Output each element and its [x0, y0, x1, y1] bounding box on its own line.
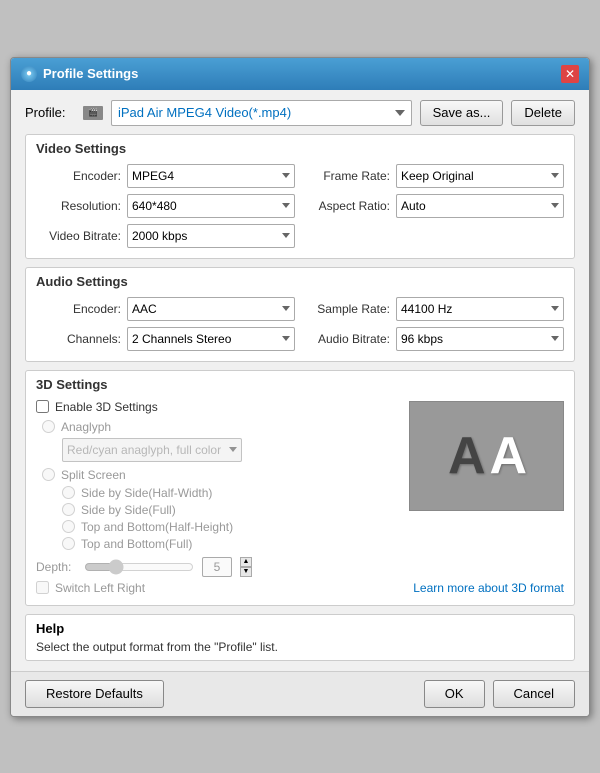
- split-option-2: Top and Bottom(Half-Height): [62, 520, 564, 534]
- split-full-label: Side by Side(Full): [81, 503, 176, 517]
- ok-button[interactable]: OK: [424, 680, 485, 708]
- video-bitrate-select[interactable]: 2000 kbps: [127, 224, 295, 248]
- split-half-height-radio[interactable]: [62, 520, 75, 533]
- footer: Restore Defaults OK Cancel: [11, 671, 589, 716]
- help-section: Help Select the output format from the "…: [25, 614, 575, 661]
- split-screen-label[interactable]: Split Screen: [61, 468, 126, 482]
- sample-rate-select[interactable]: 44100 Hz: [396, 297, 564, 321]
- frame-rate-row: Frame Rate: Keep Original: [305, 164, 564, 188]
- split-half-width-radio[interactable]: [62, 486, 75, 499]
- resolution-row: Resolution: 640*480: [36, 194, 295, 218]
- cancel-button[interactable]: Cancel: [493, 680, 575, 708]
- delete-button[interactable]: Delete: [511, 100, 575, 126]
- 3d-settings-section: 3D Settings Enable 3D Settings Anaglyph: [25, 370, 575, 606]
- preview-letter-2: A: [490, 426, 526, 486]
- video-bitrate-row: Video Bitrate: 2000 kbps: [36, 224, 295, 248]
- 3d-settings-title: 3D Settings: [36, 377, 564, 392]
- learn-more-link[interactable]: Learn more about 3D format: [413, 581, 564, 595]
- profile-settings-dialog: ● Profile Settings ✕ Profile: 🎬 iPad Air…: [10, 57, 590, 717]
- switch-left-right-label[interactable]: Switch Left Right: [55, 581, 145, 595]
- preview-letter-1: A: [448, 426, 484, 486]
- anaglyph-label[interactable]: Anaglyph: [61, 420, 111, 434]
- preview-aa-display: A A: [448, 426, 525, 486]
- sample-rate-label: Sample Rate:: [305, 302, 390, 316]
- profile-row: Profile: 🎬 iPad Air MPEG4 Video(*.mp4) S…: [25, 100, 575, 126]
- frame-rate-label: Frame Rate:: [305, 169, 390, 183]
- enable-3d-checkbox[interactable]: [36, 400, 49, 413]
- split-full-radio[interactable]: [62, 503, 75, 516]
- 3d-preview-box: A A: [409, 401, 564, 511]
- depth-label: Depth:: [36, 560, 76, 574]
- audio-settings-section: Audio Settings Encoder: AAC Sample Rate:…: [25, 267, 575, 362]
- audio-bitrate-row: Audio Bitrate: 96 kbps: [305, 327, 564, 351]
- video-settings-grid: Encoder: MPEG4 Frame Rate: Keep Original…: [36, 164, 564, 248]
- profile-select[interactable]: iPad Air MPEG4 Video(*.mp4): [111, 100, 412, 126]
- footer-right-buttons: OK Cancel: [424, 680, 575, 708]
- split-bottom-full-label: Top and Bottom(Full): [81, 537, 192, 551]
- split-half-width-label: Side by Side(Half-Width): [81, 486, 212, 500]
- aspect-ratio-label: Aspect Ratio:: [305, 199, 390, 213]
- profile-icon: 🎬: [83, 106, 103, 120]
- close-button[interactable]: ✕: [561, 65, 579, 83]
- video-bitrate-label: Video Bitrate:: [36, 229, 121, 243]
- encoder-select[interactable]: MPEG4: [127, 164, 295, 188]
- aspect-ratio-select[interactable]: Auto: [396, 194, 564, 218]
- dialog-content: Profile: 🎬 iPad Air MPEG4 Video(*.mp4) S…: [11, 90, 589, 671]
- audio-settings-title: Audio Settings: [36, 274, 564, 289]
- audio-encoder-select[interactable]: AAC: [127, 297, 295, 321]
- channels-label: Channels:: [36, 332, 121, 346]
- resolution-select[interactable]: 640*480: [127, 194, 295, 218]
- audio-settings-grid: Encoder: AAC Sample Rate: 44100 Hz Chann…: [36, 297, 564, 351]
- split-screen-radio[interactable]: [42, 468, 55, 481]
- video-settings-section: Video Settings Encoder: MPEG4 Frame Rate…: [25, 134, 575, 259]
- sample-rate-row: Sample Rate: 44100 Hz: [305, 297, 564, 321]
- restore-defaults-button[interactable]: Restore Defaults: [25, 680, 164, 708]
- frame-rate-select[interactable]: Keep Original: [396, 164, 564, 188]
- audio-encoder-label: Encoder:: [36, 302, 121, 316]
- depth-up-arrow[interactable]: ▲: [240, 557, 252, 567]
- channels-select[interactable]: 2 Channels Stereo: [127, 327, 295, 351]
- dialog-title: Profile Settings: [43, 66, 555, 81]
- split-half-height-label: Top and Bottom(Half-Height): [81, 520, 233, 534]
- encoder-row: Encoder: MPEG4: [36, 164, 295, 188]
- split-bottom-full-radio[interactable]: [62, 537, 75, 550]
- profile-label: Profile:: [25, 105, 75, 120]
- enable-3d-label[interactable]: Enable 3D Settings: [55, 400, 158, 414]
- depth-down-arrow[interactable]: ▼: [240, 567, 252, 577]
- depth-number-input[interactable]: [202, 557, 232, 577]
- audio-bitrate-select[interactable]: 96 kbps: [396, 327, 564, 351]
- aspect-ratio-row: Aspect Ratio: Auto: [305, 194, 564, 218]
- split-option-3: Top and Bottom(Full): [62, 537, 564, 551]
- anaglyph-radio[interactable]: [42, 420, 55, 433]
- video-settings-title: Video Settings: [36, 141, 564, 156]
- depth-slider[interactable]: [84, 559, 194, 575]
- audio-bitrate-label: Audio Bitrate:: [305, 332, 390, 346]
- channels-row: Channels: 2 Channels Stereo: [36, 327, 295, 351]
- help-title: Help: [36, 621, 564, 636]
- resolution-label: Resolution:: [36, 199, 121, 213]
- switch-left-right-checkbox[interactable]: [36, 581, 49, 594]
- audio-encoder-row: Encoder: AAC: [36, 297, 295, 321]
- app-icon: ●: [21, 66, 37, 82]
- save-as-button[interactable]: Save as...: [420, 100, 504, 126]
- encoder-label: Encoder:: [36, 169, 121, 183]
- depth-row: Depth: ▲ ▼: [36, 557, 564, 577]
- title-bar: ● Profile Settings ✕: [11, 58, 589, 90]
- help-text: Select the output format from the "Profi…: [36, 640, 564, 654]
- depth-spinner: ▲ ▼: [240, 557, 252, 577]
- anaglyph-sub-select[interactable]: Red/cyan anaglyph, full color: [62, 438, 242, 462]
